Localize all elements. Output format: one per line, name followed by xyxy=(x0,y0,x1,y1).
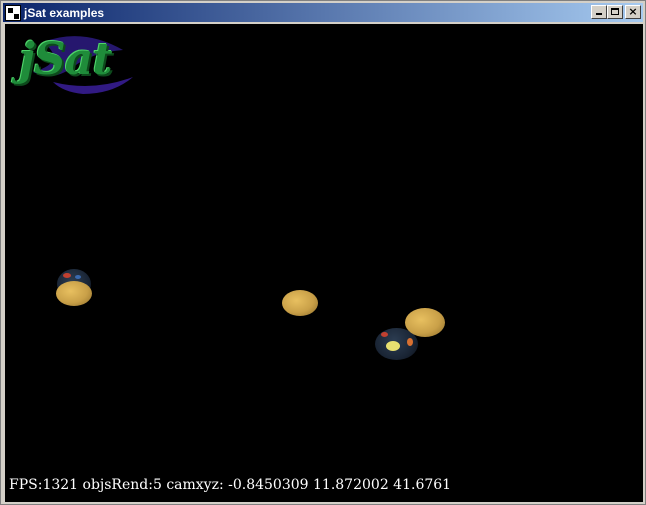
jsat-logo: jSat xyxy=(13,32,143,97)
app-window: jSat examples × jSat FPS:1321 objsRend:5… xyxy=(0,0,646,505)
maximize-button[interactable] xyxy=(607,5,623,19)
close-button[interactable]: × xyxy=(625,5,641,19)
logo-text: jSat xyxy=(19,34,113,85)
satellite-object xyxy=(56,281,92,306)
app-icon[interactable] xyxy=(5,4,21,21)
satellite-object xyxy=(405,308,445,337)
satellite-object xyxy=(282,290,318,316)
title-bar[interactable]: jSat examples × xyxy=(3,3,643,22)
title-buttons: × xyxy=(591,5,641,19)
window-title: jSat examples xyxy=(24,5,105,20)
minimize-button[interactable] xyxy=(591,5,607,19)
minimize-icon xyxy=(596,13,602,15)
maximize-icon xyxy=(611,8,619,15)
close-icon: × xyxy=(628,5,638,18)
hud-status-text: FPS:1321 objsRend:5 camxyz: -0.8450309 1… xyxy=(9,477,452,493)
render-viewport[interactable]: jSat FPS:1321 objsRend:5 camxyz: -0.8450… xyxy=(5,24,643,502)
